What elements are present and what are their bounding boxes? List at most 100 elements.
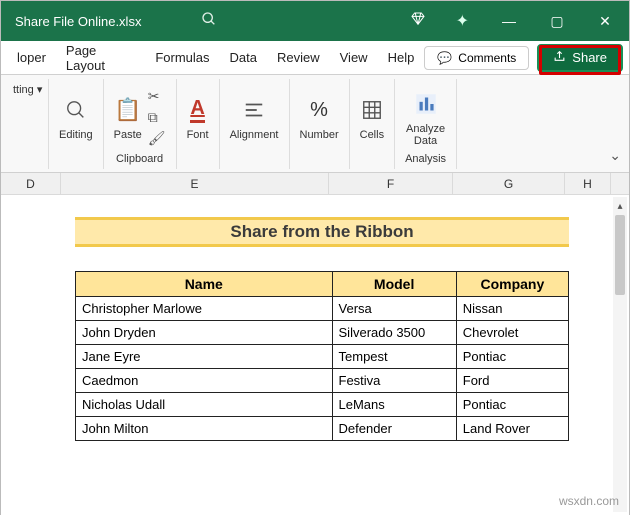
cells-canvas[interactable]: Share from the Ribbon Name Model Company… xyxy=(1,195,629,441)
close-button[interactable]: ✕ xyxy=(581,1,629,41)
clipboard-icon: 📋 xyxy=(114,93,141,127)
ribbon: tting ▾ Editing 📋 Paste ✂ ⧉ 🖌 Clipboard … xyxy=(1,75,629,173)
editing-label: Editing xyxy=(59,129,93,141)
paste-button[interactable]: 📋 Paste xyxy=(114,93,142,141)
col-header-h[interactable]: H xyxy=(565,173,611,194)
alignment-button[interactable]: Alignment xyxy=(230,93,279,141)
cell-company[interactable]: Nissan xyxy=(456,297,568,321)
title-cell[interactable]: Share from the Ribbon xyxy=(75,217,569,247)
search-icon[interactable] xyxy=(201,11,217,32)
watermark: wsxdn.com xyxy=(559,494,619,508)
tab-review[interactable]: Review xyxy=(267,41,330,74)
col-header-d[interactable]: D xyxy=(1,173,61,194)
table-row: CaedmonFestivaFord xyxy=(76,369,569,393)
cell-model[interactable]: Versa xyxy=(332,297,456,321)
clipboard-mini[interactable]: ✂ ⧉ 🖌 xyxy=(148,88,166,147)
font-icon: A xyxy=(190,93,204,127)
chevron-down-icon[interactable]: ▾ xyxy=(37,84,43,96)
scroll-thumb[interactable] xyxy=(615,215,625,295)
comments-button[interactable]: 💬 Comments xyxy=(424,46,529,70)
col-header-g[interactable]: G xyxy=(453,173,565,194)
cells-icon xyxy=(361,93,383,127)
search-icon xyxy=(65,93,87,127)
col-header-e[interactable]: E xyxy=(61,173,329,194)
clipboard-label: Clipboard xyxy=(116,153,163,167)
cells-label: Cells xyxy=(360,129,384,141)
title-bar: Share File Online.xlsx ✦ — ▢ ✕ xyxy=(1,1,629,41)
tab-page-layout[interactable]: Page Layout xyxy=(56,41,145,74)
group-label-partial: tting xyxy=(13,84,34,96)
cell-name[interactable]: Jane Eyre xyxy=(76,345,333,369)
alignment-group: Alignment xyxy=(220,79,290,169)
number-label: Number xyxy=(300,129,339,141)
analyze-data-button[interactable]: Analyze Data xyxy=(406,87,445,147)
data-table: Name Model Company Christopher MarloweVe… xyxy=(75,271,569,441)
table-header-row: Name Model Company xyxy=(76,272,569,297)
comments-label: Comments xyxy=(458,51,516,65)
cell-company[interactable]: Pontiac xyxy=(456,345,568,369)
ribbon-collapse-icon[interactable]: ⌄ xyxy=(609,147,621,164)
comment-icon: 💬 xyxy=(437,51,452,65)
cell-name[interactable]: Nicholas Udall xyxy=(76,393,333,417)
table-row: Jane EyreTempestPontiac xyxy=(76,345,569,369)
share-label: Share xyxy=(572,50,607,65)
alignment-label: Alignment xyxy=(230,129,279,141)
format-painter-icon[interactable]: 🖌 xyxy=(148,130,166,147)
tab-data[interactable]: Data xyxy=(220,41,267,74)
share-button[interactable]: Share xyxy=(537,44,623,72)
copy-icon[interactable]: ⧉ xyxy=(148,109,166,126)
header-company[interactable]: Company xyxy=(456,272,568,297)
maximize-button[interactable]: ▢ xyxy=(533,1,581,41)
minimize-button[interactable]: — xyxy=(485,1,533,41)
number-group: % Number xyxy=(290,79,350,169)
analysis-group: Analyze Data Analysis xyxy=(395,79,457,169)
cell-model[interactable]: LeMans xyxy=(332,393,456,417)
cell-model[interactable]: Defender xyxy=(332,417,456,441)
wand-icon[interactable]: ✦ xyxy=(456,11,469,31)
cell-name[interactable]: John Dryden xyxy=(76,321,333,345)
editing-button[interactable]: Editing xyxy=(59,93,93,141)
cell-model[interactable]: Festiva xyxy=(332,369,456,393)
tab-developer[interactable]: loper xyxy=(7,41,56,74)
font-group: A Font xyxy=(177,79,220,169)
font-button[interactable]: A Font xyxy=(187,93,209,141)
share-icon xyxy=(553,50,566,66)
cell-company[interactable]: Land Rover xyxy=(456,417,568,441)
scroll-up-icon[interactable]: ▴ xyxy=(613,197,627,215)
header-model[interactable]: Model xyxy=(332,272,456,297)
editing-group: Editing xyxy=(49,79,104,169)
table-row: John DrydenSilverado 3500Chevrolet xyxy=(76,321,569,345)
tab-view[interactable]: View xyxy=(330,41,378,74)
analyze-icon xyxy=(413,87,439,121)
table-row: Christopher MarloweVersaNissan xyxy=(76,297,569,321)
tab-help[interactable]: Help xyxy=(378,41,425,74)
number-button[interactable]: % Number xyxy=(300,93,339,141)
cell-company[interactable]: Ford xyxy=(456,369,568,393)
cell-name[interactable]: Caedmon xyxy=(76,369,333,393)
col-header-f[interactable]: F xyxy=(329,173,453,194)
diamond-icon[interactable] xyxy=(410,11,426,32)
tab-formulas[interactable]: Formulas xyxy=(145,41,219,74)
ribbon-tabs: loper Page Layout Formulas Data Review V… xyxy=(1,41,629,75)
cell-name[interactable]: Christopher Marlowe xyxy=(76,297,333,321)
cut-icon[interactable]: ✂ xyxy=(148,88,166,105)
cell-model[interactable]: Silverado 3500 xyxy=(332,321,456,345)
column-headers: D E F G H xyxy=(1,173,629,195)
worksheet-area: D E F G H Share from the Ribbon Name Mod… xyxy=(1,173,629,516)
align-icon xyxy=(243,93,265,127)
protect-group-partial: tting ▾ xyxy=(9,79,49,169)
cell-company[interactable]: Pontiac xyxy=(456,393,568,417)
header-name[interactable]: Name xyxy=(76,272,333,297)
cell-name[interactable]: John Milton xyxy=(76,417,333,441)
percent-icon: % xyxy=(310,93,328,127)
table-row: John MiltonDefenderLand Rover xyxy=(76,417,569,441)
cell-model[interactable]: Tempest xyxy=(332,345,456,369)
cell-company[interactable]: Chevrolet xyxy=(456,321,568,345)
analyze-label: Analyze Data xyxy=(406,123,445,147)
table-body: Christopher MarloweVersaNissanJohn Dryde… xyxy=(76,297,569,441)
font-label: Font xyxy=(187,129,209,141)
cells-button[interactable]: Cells xyxy=(360,93,384,141)
clipboard-group: 📋 Paste ✂ ⧉ 🖌 Clipboard xyxy=(104,79,177,169)
vertical-scrollbar[interactable]: ▴ xyxy=(613,197,627,512)
file-name: Share File Online.xlsx xyxy=(1,14,161,29)
